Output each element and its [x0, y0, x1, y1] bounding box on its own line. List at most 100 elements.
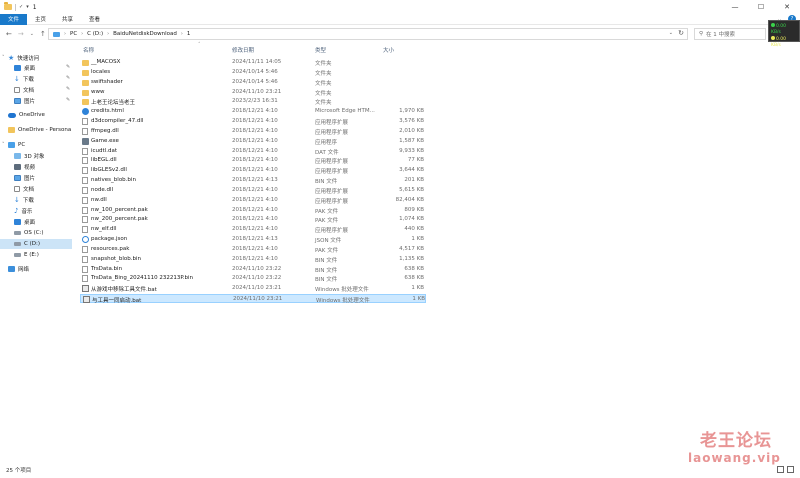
- customize-toolbar-icon[interactable]: ▾: [26, 4, 29, 10]
- sidebar-item-onedrive[interactable]: OneDrive: [8, 110, 45, 120]
- close-button[interactable]: ✕: [774, 0, 800, 14]
- breadcrumb-pc[interactable]: PC: [70, 31, 77, 37]
- sidebar-item-pictures-pc[interactable]: 图片: [14, 173, 35, 183]
- table-row[interactable]: 上老王论坛当老王 2023/2/23 16:31 文件夹: [80, 97, 426, 106]
- tab-view[interactable]: 查看: [81, 14, 108, 25]
- file-size: 3,576 KB: [399, 118, 424, 125]
- file-type: BIN 文件: [315, 277, 338, 284]
- recent-locations-icon[interactable]: ⌄: [30, 31, 34, 37]
- table-row[interactable]: credits.html 2018/12/21 4:10 Microsoft Edg…: [80, 107, 426, 116]
- sidebar-item-desktop[interactable]: 桌面: [14, 63, 35, 73]
- folder-icon: [82, 99, 89, 106]
- table-row[interactable]: www 2024/11/10 23:21 文件夹: [80, 88, 426, 97]
- file-name: 从游戏中移除工具文件.bat: [91, 287, 157, 294]
- forward-arrow-icon[interactable]: →: [18, 30, 24, 38]
- sidebar-label: E (E:): [24, 252, 39, 258]
- table-row[interactable]: nw_elf.dll 2018/12/21 4:10 应用程序扩展 440 KB: [80, 225, 426, 234]
- tab-home[interactable]: 主页: [27, 14, 54, 25]
- sidebar-item-music[interactable]: ♪ 音乐: [14, 206, 32, 216]
- breadcrumb-drive[interactable]: C (D:): [87, 31, 103, 37]
- column-type[interactable]: 类型: [315, 46, 326, 54]
- tab-share[interactable]: 共享: [54, 14, 81, 25]
- file-icon: [82, 127, 88, 135]
- column-size[interactable]: 大小: [383, 46, 394, 54]
- file-type: 应用程序扩展: [315, 159, 349, 166]
- table-row[interactable]: locales 2024/10/14 5:46 文件夹: [80, 68, 426, 77]
- table-row[interactable]: d3dcompiler_47.dll 2018/12/21 4:10 应用程序扩展 3…: [80, 117, 426, 126]
- file-date: 2024/10/14 5:46: [232, 68, 278, 75]
- file-size: 3,644 KB: [399, 167, 424, 174]
- crumb-separator[interactable]: ›: [81, 31, 83, 37]
- table-row[interactable]: libEGL.dll 2018/12/21 4:10 应用程序扩展 77 KB: [80, 156, 426, 165]
- sidebar-item-3d-objects[interactable]: 3D 对象: [14, 151, 44, 161]
- table-row[interactable]: node.dll 2018/12/21 4:10 应用程序扩展 5,615 KB: [80, 186, 426, 195]
- table-row[interactable]: Game.exe 2018/12/21 4:10 应用程序 1,587 KB: [80, 137, 426, 146]
- crumb-separator[interactable]: ›: [107, 31, 109, 37]
- sidebar-label: 图片: [24, 99, 36, 105]
- address-row: ← → ⌄ ↑ › PC › C (D:) › BaiduNetdiskDown…: [0, 26, 800, 42]
- sidebar-item-downloads[interactable]: ↓ 下载: [14, 74, 34, 84]
- table-row[interactable]: __MACOSX 2024/11/11 14:05 文件夹: [80, 58, 426, 67]
- sidebar-item-pc[interactable]: ˅ PC: [2, 140, 25, 150]
- navigation-pane: ˅ ★ 快速访问 桌面 ✎ ↓ 下载 ✎ 文档 ✎ 图片 ✎ OneDrive …: [0, 44, 74, 462]
- table-row[interactable]: resources.pak 2018/12/21 4:10 PAK 文件 4,517 …: [80, 245, 426, 254]
- table-row[interactable]: 与工具一同启动.bat 2024/11/10 23:21 Windows 批处理文件…: [80, 294, 426, 304]
- pin-icon: ✎: [66, 64, 71, 70]
- large-icons-view-icon[interactable]: [787, 466, 794, 473]
- watermark-url: laowang.vip: [688, 451, 781, 465]
- table-row[interactable]: nw_100_percent.pak 2018/12/21 4:10 PAK 文件 8…: [80, 206, 426, 215]
- file-size: 77 KB: [407, 157, 424, 164]
- chevron-down-icon[interactable]: ˅: [2, 55, 5, 61]
- crumb-separator[interactable]: ›: [64, 31, 66, 37]
- file-icon: [82, 226, 88, 234]
- sidebar-item-onedrive-personal[interactable]: OneDrive - Persona: [8, 125, 74, 135]
- sidebar-label: 视频: [24, 165, 36, 171]
- minimize-button[interactable]: —: [722, 0, 748, 14]
- file-icon: [82, 206, 88, 214]
- sidebar-item-e[interactable]: E (E:): [14, 250, 39, 260]
- table-row[interactable]: TrsData.bin 2024/11/10 23:22 BIN 文件 638 KB: [80, 265, 426, 274]
- tab-file[interactable]: 文件: [0, 13, 28, 25]
- back-arrow-icon[interactable]: ←: [6, 30, 12, 38]
- column-name[interactable]: 名称: [83, 46, 94, 54]
- file-name: snapshot_blob.bin: [91, 255, 141, 262]
- sidebar-item-pictures[interactable]: 图片: [14, 96, 35, 106]
- crumb-separator[interactable]: ›: [181, 31, 183, 37]
- table-row[interactable]: ffmpeg.dll 2018/12/21 4:10 应用程序扩展 2,010 KB: [80, 127, 426, 136]
- file-icon: [82, 186, 88, 194]
- table-row[interactable]: 从游戏中移除工具文件.bat 2024/11/10 23:21 Windows 批处…: [80, 284, 426, 293]
- table-row[interactable]: libGLESv2.dll 2018/12/21 4:10 应用程序扩展 3,644 …: [80, 166, 426, 175]
- table-row[interactable]: nw.dll 2018/12/21 4:10 应用程序扩展 82,404 KB: [80, 196, 426, 205]
- file-date: 2018/12/21 4:10: [232, 216, 278, 223]
- table-row[interactable]: natives_blob.bin 2018/12/21 4:13 BIN 文件 201…: [80, 176, 426, 185]
- refresh-icon[interactable]: ↻: [678, 29, 684, 37]
- properties-icon[interactable]: ✓: [19, 4, 23, 10]
- table-row[interactable]: nw_200_percent.pak 2018/12/21 4:10 PAK 文件 1…: [80, 215, 426, 224]
- sidebar-item-downloads-pc[interactable]: ↓ 下载: [14, 195, 34, 205]
- search-box[interactable]: ⚲ 在 1 中搜索: [694, 28, 766, 40]
- maximize-button[interactable]: ☐: [748, 0, 774, 14]
- address-dropdown-icon[interactable]: ⌄: [669, 30, 673, 36]
- sidebar-item-documents[interactable]: 文档: [14, 85, 34, 95]
- sidebar-item-desktop-pc[interactable]: 桌面: [14, 217, 35, 227]
- sidebar-label: 图片: [24, 176, 36, 182]
- sidebar-item-documents-pc[interactable]: 文档: [14, 184, 34, 194]
- sidebar-item-os-c[interactable]: OS (C:): [14, 228, 44, 238]
- sidebar-item-videos[interactable]: 视频: [14, 162, 35, 172]
- table-row[interactable]: package.json 2018/12/21 4:13 JSON 文件 1 KB: [80, 235, 426, 244]
- details-view-icon[interactable]: [777, 466, 784, 473]
- sidebar-item-c-d[interactable]: C (D:): [0, 239, 72, 249]
- address-bar[interactable]: › PC › C (D:) › BaiduNetdiskDownload › 1…: [48, 28, 688, 40]
- column-date[interactable]: 修改日期: [232, 46, 254, 54]
- table-row[interactable]: TrsData_Bing_20241110 232213P.bin 2024/11…: [80, 274, 426, 283]
- breadcrumb-folder[interactable]: BaiduNetdiskDownload: [113, 31, 177, 37]
- chevron-down-icon[interactable]: ˅: [2, 142, 5, 148]
- sidebar-quick-access[interactable]: ˅ ★ 快速访问: [2, 53, 39, 63]
- breadcrumb-current[interactable]: 1: [187, 31, 191, 37]
- table-row[interactable]: snapshot_blob.bin 2018/12/21 4:10 BIN 文件 1,…: [80, 255, 426, 264]
- up-arrow-icon[interactable]: ↑: [40, 30, 46, 38]
- table-row[interactable]: swiftshader 2024/10/14 5:46 文件夹: [80, 78, 426, 87]
- sidebar-item-network[interactable]: 网络: [8, 264, 29, 274]
- table-row[interactable]: icudtl.dat 2018/12/21 4:10 DAT 文件 9,933 KB: [80, 147, 426, 156]
- folder-icon: [8, 127, 15, 133]
